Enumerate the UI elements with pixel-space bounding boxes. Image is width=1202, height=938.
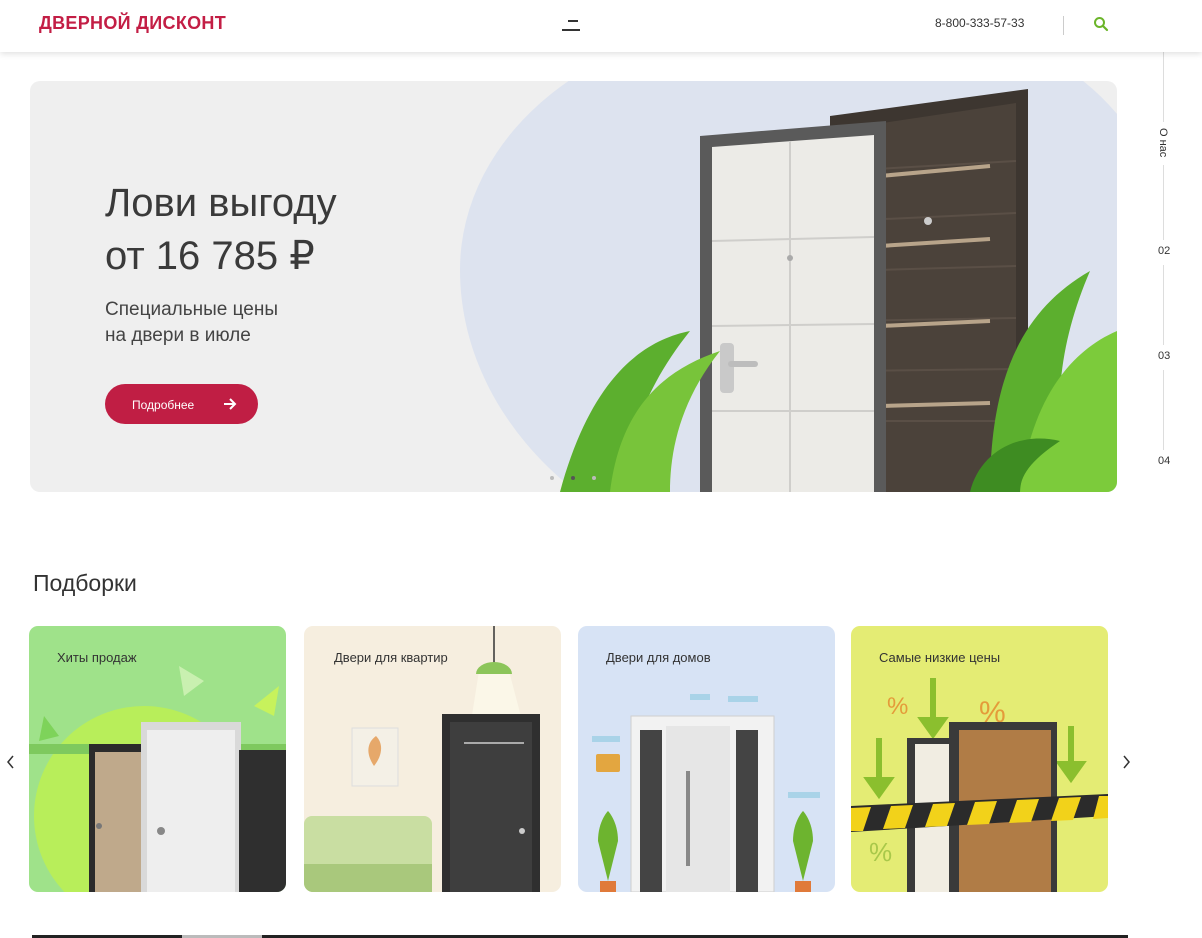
collection-card-label: Двери для квартир xyxy=(334,650,448,665)
search-icon[interactable] xyxy=(1093,16,1109,32)
slider-dot-1[interactable] xyxy=(550,476,554,480)
hero-subtitle-line2: на двери в июле xyxy=(105,325,251,346)
details-button-label: Подробнее xyxy=(132,398,195,412)
hero-title-line1: Лови выгоду xyxy=(105,181,337,225)
side-nav-about[interactable]: О нас xyxy=(1157,128,1169,157)
hero-title: Лови выгоду от 16 785 ₽ xyxy=(105,177,337,283)
phone-number[interactable]: 8-800-333-57-33 xyxy=(935,16,1024,30)
arrow-right-icon xyxy=(224,398,237,410)
header-divider xyxy=(1063,16,1064,35)
slider-dot-2[interactable] xyxy=(571,476,575,480)
side-nav-item-03[interactable]: 03 xyxy=(1158,350,1170,362)
hero-banner: Лови выгоду от 16 785 ₽ Специальные цены… xyxy=(30,81,1117,492)
menu-burger-button[interactable] xyxy=(562,18,584,34)
logo[interactable]: ДВЕРНОЙ ДИСКОНТ xyxy=(39,13,226,34)
collection-card-houses[interactable]: Двери для домов xyxy=(578,626,835,892)
side-nav-line xyxy=(1163,52,1164,122)
hero-subtitle: Специальные цены на двери в июле xyxy=(105,297,278,349)
collection-card-label: Хиты продаж xyxy=(57,650,137,665)
site-header: ДВЕРНОЙ ДИСКОНТ 8-800-333-57-33 xyxy=(0,0,1202,52)
side-nav-item-04[interactable]: 04 xyxy=(1158,455,1170,467)
hero-subtitle-line1: Специальные цены xyxy=(105,299,279,320)
collection-card-apartments[interactable]: Двери для квартир xyxy=(304,626,561,892)
side-nav-item-02[interactable]: 02 xyxy=(1158,245,1170,257)
lowest-prices-illustration: % % % xyxy=(851,678,1108,892)
apartments-illustration xyxy=(304,626,540,892)
side-nav-line xyxy=(1163,165,1164,240)
carousel-next-arrow-icon[interactable] xyxy=(1120,754,1132,770)
hits-illustration xyxy=(29,666,286,892)
collection-card-label: Самые низкие цены xyxy=(879,650,1001,665)
slider-dot-3[interactable] xyxy=(592,476,596,480)
svg-text:%: % xyxy=(869,837,892,867)
collection-card-label: Двери для домов xyxy=(606,650,711,665)
carousel-prev-arrow-icon[interactable] xyxy=(5,754,17,770)
hero-doors-illustration xyxy=(560,89,1117,492)
collection-card-hits[interactable]: Хиты продаж xyxy=(29,626,286,892)
side-nav-line xyxy=(1163,370,1164,450)
hero-title-line2: от 16 785 ₽ xyxy=(105,234,315,278)
side-nav-line xyxy=(1163,265,1164,345)
houses-illustration xyxy=(592,694,820,892)
details-button[interactable]: Подробнее xyxy=(105,384,258,424)
collection-card-lowest-prices[interactable]: % % % Самые низкие цены xyxy=(851,626,1108,892)
svg-text:%: % xyxy=(887,693,908,720)
collections-title: Подборки xyxy=(33,570,137,596)
